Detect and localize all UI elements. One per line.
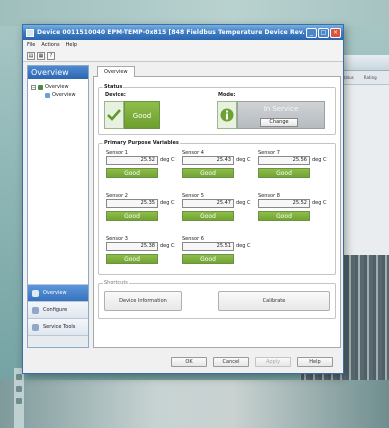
properties-icon[interactable]: ▦ bbox=[37, 51, 45, 60]
sensor-value-field: 25.51 bbox=[182, 242, 234, 251]
sensor-value-field: 25.52 bbox=[258, 199, 310, 208]
sensor-status: Good bbox=[106, 168, 158, 178]
print-icon[interactable]: ▤ bbox=[27, 51, 35, 60]
sensor-4: Sensor 4 25.43 deg C Good bbox=[182, 150, 251, 178]
left-pillar bbox=[14, 368, 24, 428]
sensor-unit: deg C bbox=[160, 157, 175, 163]
sensor-unit: deg C bbox=[236, 200, 251, 206]
minimize-button[interactable]: _ bbox=[306, 27, 317, 38]
configure-icon bbox=[32, 306, 39, 314]
nav-tree: − Overview Overview bbox=[28, 79, 88, 99]
sensor-unit: deg C bbox=[312, 157, 327, 163]
sensor-status: Good bbox=[106, 211, 158, 221]
tree-node-overview-child[interactable]: Overview bbox=[31, 91, 88, 99]
nav-buttons: Overview Configure Service Tools bbox=[28, 284, 88, 347]
sensor-status: Good bbox=[182, 211, 234, 221]
change-mode-button[interactable]: Change bbox=[260, 118, 298, 127]
mode-panel: In Service Change bbox=[237, 101, 325, 129]
sensor-status: Good bbox=[258, 211, 310, 221]
sensor-1: Sensor 1 25.52 deg C Good bbox=[106, 150, 175, 178]
overview-icon bbox=[32, 289, 39, 297]
apply-button[interactable]: Apply bbox=[255, 357, 291, 367]
device-information-button[interactable]: Device Information bbox=[104, 291, 182, 311]
device-status-value: Good bbox=[124, 101, 160, 129]
sensor-status: Good bbox=[106, 254, 158, 264]
menu-file[interactable]: File bbox=[27, 42, 35, 48]
help-icon[interactable]: ? bbox=[47, 51, 55, 60]
shortcuts-group-label: Shortcuts bbox=[103, 280, 129, 286]
sensor-7: Sensor 7 25.56 deg C Good bbox=[258, 150, 327, 178]
help-button[interactable]: Help bbox=[297, 357, 333, 367]
content-area: Overview Status Device: Mode: Good In Se… bbox=[93, 65, 341, 348]
service-tools-icon bbox=[32, 323, 39, 331]
nav-overview-label: Overview bbox=[43, 290, 67, 296]
ppv-group-label: Primary Purpose Variables bbox=[103, 140, 180, 146]
device-window: Device 0011510040 EPM-TEMP-0x815 [848 Fi… bbox=[22, 24, 344, 374]
device-label: Device: bbox=[105, 92, 126, 98]
sensor-unit: deg C bbox=[236, 157, 251, 163]
mode-label: Mode: bbox=[218, 92, 236, 98]
nav-configure[interactable]: Configure bbox=[28, 301, 88, 318]
sidebar-title: Overview bbox=[28, 66, 88, 79]
tree-node-overview[interactable]: − Overview bbox=[31, 83, 88, 91]
window-title: Device 0011510040 EPM-TEMP-0x815 [848 Fi… bbox=[37, 29, 305, 36]
tab-strip: Overview bbox=[93, 65, 341, 78]
dialog-buttons: OK Cancel Apply Help bbox=[23, 349, 343, 373]
menu-bar: File Actions Help bbox=[23, 40, 343, 50]
cancel-button[interactable]: Cancel bbox=[213, 357, 249, 367]
sensor-6: Sensor 6 25.51 deg C Good bbox=[182, 236, 251, 264]
nav-service-tools-label: Service Tools bbox=[43, 324, 76, 330]
maximize-button[interactable]: □ bbox=[318, 27, 329, 38]
info-icon bbox=[217, 101, 237, 129]
sensor-status: Good bbox=[258, 168, 310, 178]
sensor-value-field: 25.47 bbox=[182, 199, 234, 208]
sensor-2: Sensor 2 25.35 deg C Good bbox=[106, 193, 175, 221]
background-top bbox=[0, 0, 389, 26]
status-group-label: Status bbox=[103, 84, 124, 90]
mode-status: In Service Change bbox=[217, 101, 325, 129]
tree-node-label: Overview bbox=[52, 92, 76, 98]
collapse-icon[interactable]: − bbox=[31, 84, 36, 90]
sensor-unit: deg C bbox=[312, 200, 327, 206]
page-icon bbox=[45, 92, 50, 98]
sensor-status: Good bbox=[182, 168, 234, 178]
sensor-value-field: 25.43 bbox=[182, 156, 234, 165]
sidebar-grip[interactable] bbox=[28, 335, 88, 347]
device-icon bbox=[38, 84, 43, 90]
app-icon bbox=[26, 28, 34, 37]
menu-help[interactable]: Help bbox=[66, 42, 77, 48]
sensor-8: Sensor 8 25.52 deg C Good bbox=[258, 193, 327, 221]
sensor-value-field: 25.52 bbox=[106, 156, 158, 165]
nav-configure-label: Configure bbox=[43, 307, 68, 313]
sensor-5: Sensor 5 25.47 deg C Good bbox=[182, 193, 251, 221]
sensor-3: Sensor 3 25.38 deg C Good bbox=[106, 236, 175, 264]
sensor-status: Good bbox=[182, 254, 234, 264]
bg-col-rating: Rating bbox=[363, 75, 377, 80]
menu-actions[interactable]: Actions bbox=[41, 42, 59, 48]
background-bottom bbox=[0, 380, 389, 428]
sensor-value-field: 25.56 bbox=[258, 156, 310, 165]
close-button[interactable]: × bbox=[330, 27, 341, 38]
sensor-unit: deg C bbox=[160, 200, 175, 206]
sensor-value-field: 25.38 bbox=[106, 242, 158, 251]
tree-node-label: Overview bbox=[45, 84, 69, 90]
check-icon bbox=[104, 101, 124, 129]
title-bar[interactable]: Device 0011510040 EPM-TEMP-0x815 [848 Fi… bbox=[23, 25, 343, 40]
sidebar: Overview − Overview Overview Overview Co… bbox=[27, 65, 89, 348]
nav-overview[interactable]: Overview bbox=[28, 284, 88, 301]
nav-service-tools[interactable]: Service Tools bbox=[28, 318, 88, 335]
calibrate-button[interactable]: Calibrate bbox=[218, 291, 330, 311]
device-status: Good bbox=[104, 101, 160, 129]
toolbar: ▤ ▦ ? bbox=[23, 50, 343, 62]
ok-button[interactable]: OK bbox=[171, 357, 207, 367]
overview-pane: Status Device: Mode: Good In Service Cha… bbox=[93, 77, 341, 348]
sensor-unit: deg C bbox=[236, 243, 251, 249]
sensor-unit: deg C bbox=[160, 243, 175, 249]
sensor-value-field: 25.35 bbox=[106, 199, 158, 208]
mode-value: In Service bbox=[263, 105, 299, 113]
